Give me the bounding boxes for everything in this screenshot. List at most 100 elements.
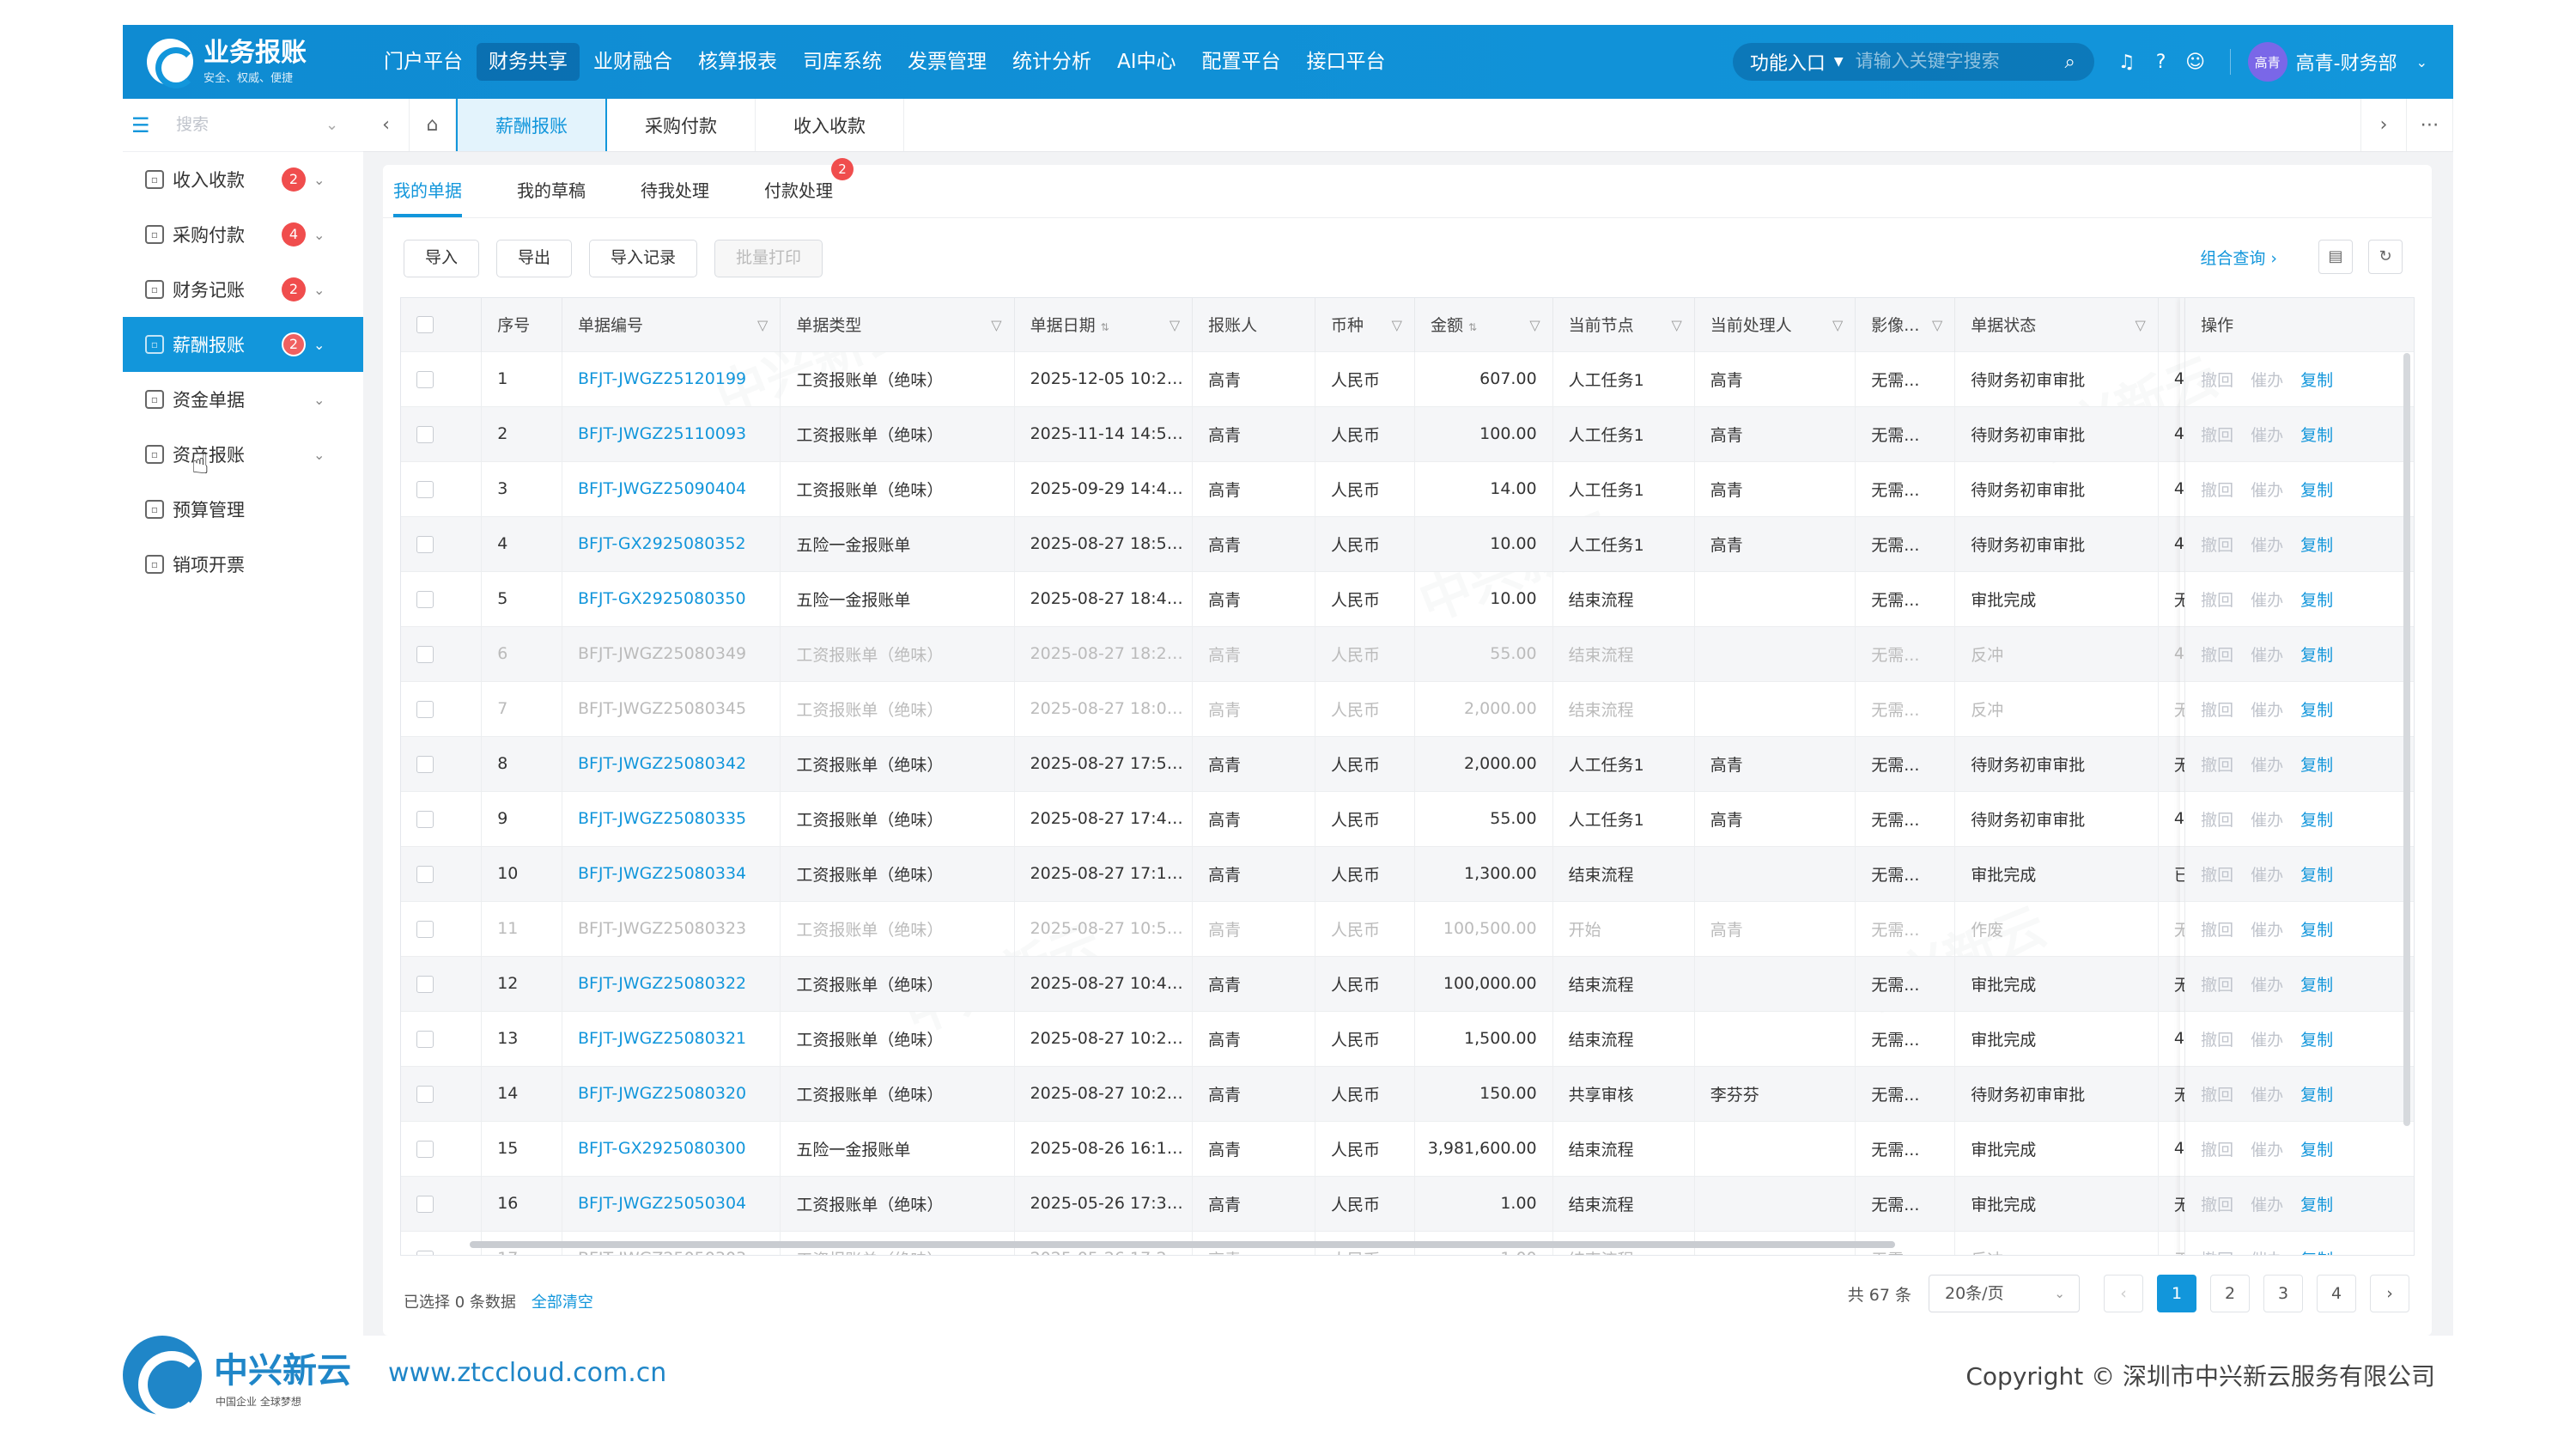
search-icon[interactable]: ⌕ <box>2053 52 2087 73</box>
subtab-3[interactable]: 付款处理 2 <box>764 158 854 217</box>
row-checkbox[interactable] <box>416 590 434 608</box>
withdraw-action[interactable]: 撤回 <box>2201 1251 2233 1255</box>
nav-item-9[interactable]: 接口平台 <box>1295 43 1398 81</box>
copy-action[interactable]: 复制 <box>2300 371 2333 390</box>
clear-all-link[interactable]: 全部清空 <box>532 1294 593 1312</box>
column-header-3[interactable]: 单据日期 ⇅ ▽ <box>1014 298 1194 351</box>
chevron-down-icon[interactable]: ⌄ <box>313 337 325 353</box>
document-number-link[interactable]: BFJT-JWGZ25080322 <box>562 955 781 1011</box>
sort-icon[interactable]: ⇅ <box>1101 321 1109 333</box>
document-number-link[interactable]: BFJT-JWGZ25090404 <box>562 460 781 516</box>
row-checkbox[interactable] <box>416 1140 434 1158</box>
copy-action[interactable]: 复制 <box>2300 481 2333 500</box>
table-row[interactable]: 6 BFJT-JWGZ25080349 工资报账单（绝味） 2025-08-27 18… <box>401 625 2414 681</box>
copy-action[interactable]: 复制 <box>2300 976 2333 995</box>
row-checkbox[interactable] <box>416 1195 434 1213</box>
row-checkbox[interactable] <box>416 1030 434 1048</box>
export-button[interactable]: 导出 <box>496 240 573 277</box>
chevron-down-icon[interactable]: ⌄ <box>313 392 325 408</box>
bell-icon[interactable]: ♫ <box>2110 52 2144 73</box>
table-row[interactable]: 12 BFJT-JWGZ25080322 工资报账单（绝味） 2025-08-27 1… <box>401 955 2414 1011</box>
filter-icon[interactable]: ▽ <box>757 317 768 333</box>
nav-item-7[interactable]: AI中心 <box>1105 43 1188 81</box>
chevron-down-icon[interactable]: ⌄ <box>313 172 325 188</box>
table-row[interactable]: 5 BFJT-GX2925080350 五险一金报账单 2025-08-27 18:4… <box>401 570 2414 626</box>
nav-item-2[interactable]: 业财融合 <box>581 43 684 81</box>
filter-icon[interactable]: ▽ <box>1832 317 1843 333</box>
filter-icon[interactable]: ▽ <box>2136 317 2146 333</box>
document-number-link[interactable]: BFJT-JWGZ25080321 <box>562 1010 781 1066</box>
urge-action[interactable]: 催办 <box>2251 701 2283 720</box>
document-number-link[interactable]: BFJT-JWGZ25080334 <box>562 845 781 901</box>
withdraw-action[interactable]: 撤回 <box>2201 1196 2233 1215</box>
urge-action[interactable]: 催办 <box>2251 866 2283 885</box>
row-checkbox[interactable] <box>416 645 434 663</box>
copy-action[interactable]: 复制 <box>2300 1086 2333 1105</box>
copy-action[interactable]: 复制 <box>2300 866 2333 885</box>
nav-item-4[interactable]: 司库系统 <box>791 43 894 81</box>
column-header-2[interactable]: 单据类型 ▽ <box>780 298 1015 351</box>
nav-item-1[interactable]: 财务共享 <box>477 43 580 81</box>
copy-action[interactable]: 复制 <box>2300 1031 2333 1050</box>
sidebar-item-2[interactable]: ▫ 财务记账 2 ⌄ <box>123 262 363 317</box>
copy-action[interactable]: 复制 <box>2300 811 2333 830</box>
nav-item-0[interactable]: 门户平台 <box>372 43 475 81</box>
urge-action[interactable]: 催办 <box>2251 591 2283 610</box>
urge-action[interactable]: 催办 <box>2251 1031 2283 1050</box>
table-row[interactable]: 8 BFJT-JWGZ25080342 工资报账单（绝味） 2025-08-27 17… <box>401 735 2414 791</box>
urge-action[interactable]: 催办 <box>2251 976 2283 995</box>
tab-scroll-right-icon[interactable]: › <box>2360 99 2407 151</box>
page-tab-2[interactable]: 收入收款 <box>756 99 904 151</box>
urge-action[interactable]: 催办 <box>2251 921 2283 940</box>
sidebar-item-6[interactable]: ▫ 预算管理 <box>123 482 363 537</box>
urge-action[interactable]: 催办 <box>2251 1086 2283 1105</box>
row-checkbox[interactable] <box>416 425 434 443</box>
table-row[interactable]: 13 BFJT-JWGZ25080321 工资报账单（绝味） 2025-08-27 1… <box>401 1010 2414 1066</box>
document-number-link[interactable]: BFJT-JWGZ25120199 <box>562 350 781 406</box>
withdraw-action[interactable]: 撤回 <box>2201 1086 2233 1105</box>
menu-toggle-icon[interactable]: ☰ <box>131 113 159 137</box>
withdraw-action[interactable]: 撤回 <box>2201 976 2233 995</box>
table-row[interactable]: 2 BFJT-JWGZ25110093 工资报账单（绝味） 2025-11-14 14… <box>401 405 2414 461</box>
nav-item-3[interactable]: 核算报表 <box>686 43 789 81</box>
function-entry-dropdown[interactable]: 功能入口 <box>1750 48 1826 76</box>
row-checkbox[interactable] <box>416 920 434 938</box>
withdraw-action[interactable]: 撤回 <box>2201 1141 2233 1160</box>
document-number-link[interactable]: BFJT-GX2925080300 <box>562 1120 781 1176</box>
combined-query-link[interactable]: 组合查询 › <box>2200 246 2277 269</box>
row-checkbox[interactable] <box>416 370 434 388</box>
urge-action[interactable]: 催办 <box>2251 371 2283 390</box>
withdraw-action[interactable]: 撤回 <box>2201 481 2233 500</box>
page-button-4[interactable]: 4 <box>2317 1275 2356 1312</box>
filter-icon[interactable]: ▽ <box>1392 317 1402 333</box>
column-header-1[interactable]: 单据编号 ▽ <box>562 298 781 351</box>
table-row[interactable]: 9 BFJT-JWGZ25080335 工资报账单（绝味） 2025-08-27 17… <box>401 790 2414 846</box>
copy-action[interactable]: 复制 <box>2300 426 2333 445</box>
withdraw-action[interactable]: 撤回 <box>2201 866 2233 885</box>
chevron-down-icon[interactable]: ⌄ <box>313 282 325 298</box>
sort-icon[interactable]: ⇅ <box>1468 321 1477 333</box>
urge-action[interactable]: 催办 <box>2251 811 2283 830</box>
copy-action[interactable]: 复制 <box>2300 1196 2333 1215</box>
nav-item-8[interactable]: 配置平台 <box>1190 43 1293 81</box>
column-header-8[interactable]: 当前处理人 ▽ <box>1694 298 1856 351</box>
table-row[interactable]: 4 BFJT-GX2925080352 五险一金报账单 2025-08-27 18:5… <box>401 515 2414 571</box>
user-menu[interactable]: 高青 高青-财务部 ⌄ <box>2247 42 2427 82</box>
vertical-scrollbar[interactable] <box>2403 353 2410 1126</box>
subtab-2[interactable]: 待我处理 <box>641 177 709 217</box>
horizontal-scrollbar[interactable] <box>470 1241 1895 1248</box>
column-header-6[interactable]: 金额 ⇅ ▽ <box>1414 298 1553 351</box>
document-number-link[interactable]: BFJT-JWGZ25110093 <box>562 405 781 461</box>
document-number-link[interactable]: BFJT-JWGZ25080349 <box>562 625 781 681</box>
urge-action[interactable]: 催办 <box>2251 536 2283 555</box>
select-all-checkbox[interactable] <box>416 316 434 334</box>
copy-action[interactable]: 复制 <box>2300 646 2333 665</box>
nav-item-5[interactable]: 发票管理 <box>896 43 999 81</box>
document-number-link[interactable]: BFJT-JWGZ25080345 <box>562 680 781 736</box>
chevron-down-icon[interactable]: ⌄ <box>325 116 338 134</box>
sidebar-item-7[interactable]: ▫ 销项开票 <box>123 537 363 592</box>
subtab-1[interactable]: 我的草稿 <box>517 177 586 217</box>
subtab-0[interactable]: 我的单据 <box>393 177 462 217</box>
import-log-button[interactable]: 导入记录 <box>589 240 698 277</box>
page-size-select[interactable]: 20条/页 ⌄ <box>1929 1275 2080 1312</box>
